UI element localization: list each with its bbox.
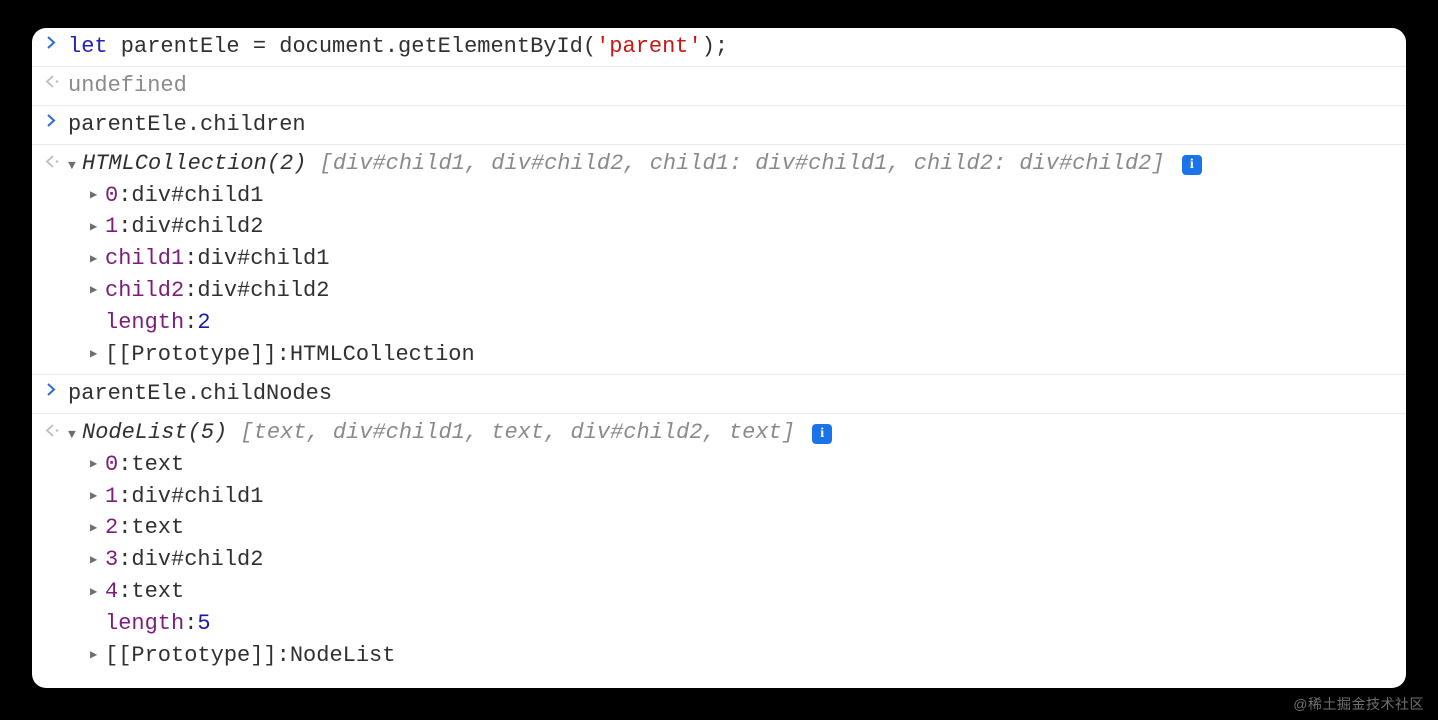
- disclosure-right-icon[interactable]: ▶: [90, 520, 104, 537]
- property-value: div#child2: [131, 211, 263, 243]
- property-separator: :: [184, 275, 197, 307]
- property-value: HTMLCollection: [290, 339, 475, 371]
- disclosure-right-icon[interactable]: ▶: [90, 584, 104, 601]
- output-chevron-icon: [38, 148, 64, 169]
- input-chevron-icon: [38, 109, 64, 128]
- object-property-row[interactable]: ▶[[Prototype]]: HTMLCollection: [68, 339, 1396, 371]
- object-summary: NodeList(5): [82, 420, 240, 445]
- input-chevron-icon: [38, 31, 64, 50]
- property-separator: :: [277, 640, 290, 672]
- property-key: 4: [105, 576, 118, 608]
- console-code: let parentEle = document.getElementById(…: [64, 31, 1396, 63]
- disclosure-right-icon[interactable]: ▶: [90, 488, 104, 505]
- property-separator: :: [277, 339, 290, 371]
- disclosure-right-icon[interactable]: ▶: [90, 456, 104, 473]
- info-icon[interactable]: i: [812, 424, 832, 444]
- property-key: 1: [105, 481, 118, 513]
- property-separator: :: [118, 512, 131, 544]
- console-input-row[interactable]: parentEle.childNodes: [32, 375, 1406, 414]
- object-property-row[interactable]: ▶0: div#child1: [68, 180, 1396, 212]
- object-property-row[interactable]: ▶4: text: [68, 576, 1396, 608]
- object-property-row[interactable]: ▶child1: div#child1: [68, 243, 1396, 275]
- keyword: let: [68, 34, 108, 59]
- property-separator: :: [118, 576, 131, 608]
- property-key: 1: [105, 211, 118, 243]
- property-separator: :: [118, 449, 131, 481]
- property-key: child2: [105, 275, 184, 307]
- console-output-row: undefined: [32, 67, 1406, 106]
- console-output-row: ▼HTMLCollection(2) [div#child1, div#chil…: [32, 145, 1406, 375]
- disclosure-down-icon[interactable]: ▼: [68, 426, 82, 445]
- disclosure-right-icon[interactable]: ▶: [90, 552, 104, 569]
- code-text: parentEle = document.getElementById(: [108, 34, 596, 59]
- property-value: div#child2: [131, 544, 263, 576]
- property-value: div#child1: [197, 243, 329, 275]
- object-property-row[interactable]: length: 2: [68, 307, 1396, 339]
- object-property-row[interactable]: length: 5: [68, 608, 1396, 640]
- property-value: div#child2: [197, 275, 329, 307]
- disclosure-right-icon[interactable]: ▶: [90, 187, 104, 204]
- property-separator: :: [118, 544, 131, 576]
- console-code: parentEle.children: [64, 109, 1396, 141]
- property-value-number: 2: [197, 307, 210, 339]
- code-text: );: [702, 34, 728, 59]
- disclosure-right-icon[interactable]: ▶: [90, 219, 104, 236]
- property-separator: :: [184, 307, 197, 339]
- property-key: length: [105, 307, 184, 339]
- property-key: [[Prototype]]: [105, 339, 277, 371]
- console-input-row[interactable]: parentEle.children: [32, 106, 1406, 145]
- property-key: 2: [105, 512, 118, 544]
- object-property-row[interactable]: ▶0: text: [68, 449, 1396, 481]
- input-chevron-icon: [38, 378, 64, 397]
- property-key: child1: [105, 243, 184, 275]
- property-value-number: 5: [197, 608, 210, 640]
- string-literal: 'parent': [596, 34, 702, 59]
- object-summary: HTMLCollection(2): [82, 151, 320, 176]
- disclosure-right-icon[interactable]: ▶: [90, 346, 104, 363]
- object-property-row[interactable]: ▶2: text: [68, 512, 1396, 544]
- property-separator: :: [118, 481, 131, 513]
- object-summary-line[interactable]: ▼NodeList(5) [text, div#child1, text, di…: [68, 417, 1396, 449]
- disclosure-right-icon[interactable]: ▶: [90, 647, 104, 664]
- property-value: div#child1: [131, 481, 263, 513]
- console-code: parentEle.childNodes: [64, 378, 1396, 410]
- property-value: text: [131, 576, 184, 608]
- object-preview: [div#child1, div#child2, child1: div#chi…: [320, 151, 1165, 176]
- disclosure-right-icon[interactable]: ▶: [90, 251, 104, 268]
- property-value: text: [131, 512, 184, 544]
- object-property-row[interactable]: ▶1: div#child2: [68, 211, 1396, 243]
- disclosure-down-icon[interactable]: ▼: [68, 157, 82, 176]
- console-input-row[interactable]: let parentEle = document.getElementById(…: [32, 28, 1406, 67]
- property-separator: :: [118, 180, 131, 212]
- console-panel: let parentEle = document.getElementById(…: [32, 28, 1406, 688]
- output-value: undefined: [64, 70, 1396, 102]
- object-property-row[interactable]: ▶3: div#child2: [68, 544, 1396, 576]
- property-separator: :: [184, 608, 197, 640]
- property-key: 0: [105, 449, 118, 481]
- info-icon[interactable]: i: [1182, 155, 1202, 175]
- object-property-row[interactable]: ▶child2: div#child2: [68, 275, 1396, 307]
- object-preview: [text, div#child1, text, div#child2, tex…: [240, 420, 795, 445]
- output-chevron-icon: [38, 70, 64, 89]
- property-value: div#child1: [131, 180, 263, 212]
- object-property-row[interactable]: ▶[[Prototype]]: NodeList: [68, 640, 1396, 672]
- property-value: text: [131, 449, 184, 481]
- property-value: NodeList: [290, 640, 396, 672]
- property-key: 0: [105, 180, 118, 212]
- property-key: length: [105, 608, 184, 640]
- watermark: @稀土掘金技术社区: [1293, 694, 1424, 714]
- output-chevron-icon: [38, 417, 64, 438]
- property-key: 3: [105, 544, 118, 576]
- object-property-row[interactable]: ▶1: div#child1: [68, 481, 1396, 513]
- property-separator: :: [184, 243, 197, 275]
- console-output-row: ▼NodeList(5) [text, div#child1, text, di…: [32, 414, 1406, 675]
- object-summary-line[interactable]: ▼HTMLCollection(2) [div#child1, div#chil…: [68, 148, 1396, 180]
- property-key: [[Prototype]]: [105, 640, 277, 672]
- disclosure-right-icon[interactable]: ▶: [90, 282, 104, 299]
- property-separator: :: [118, 211, 131, 243]
